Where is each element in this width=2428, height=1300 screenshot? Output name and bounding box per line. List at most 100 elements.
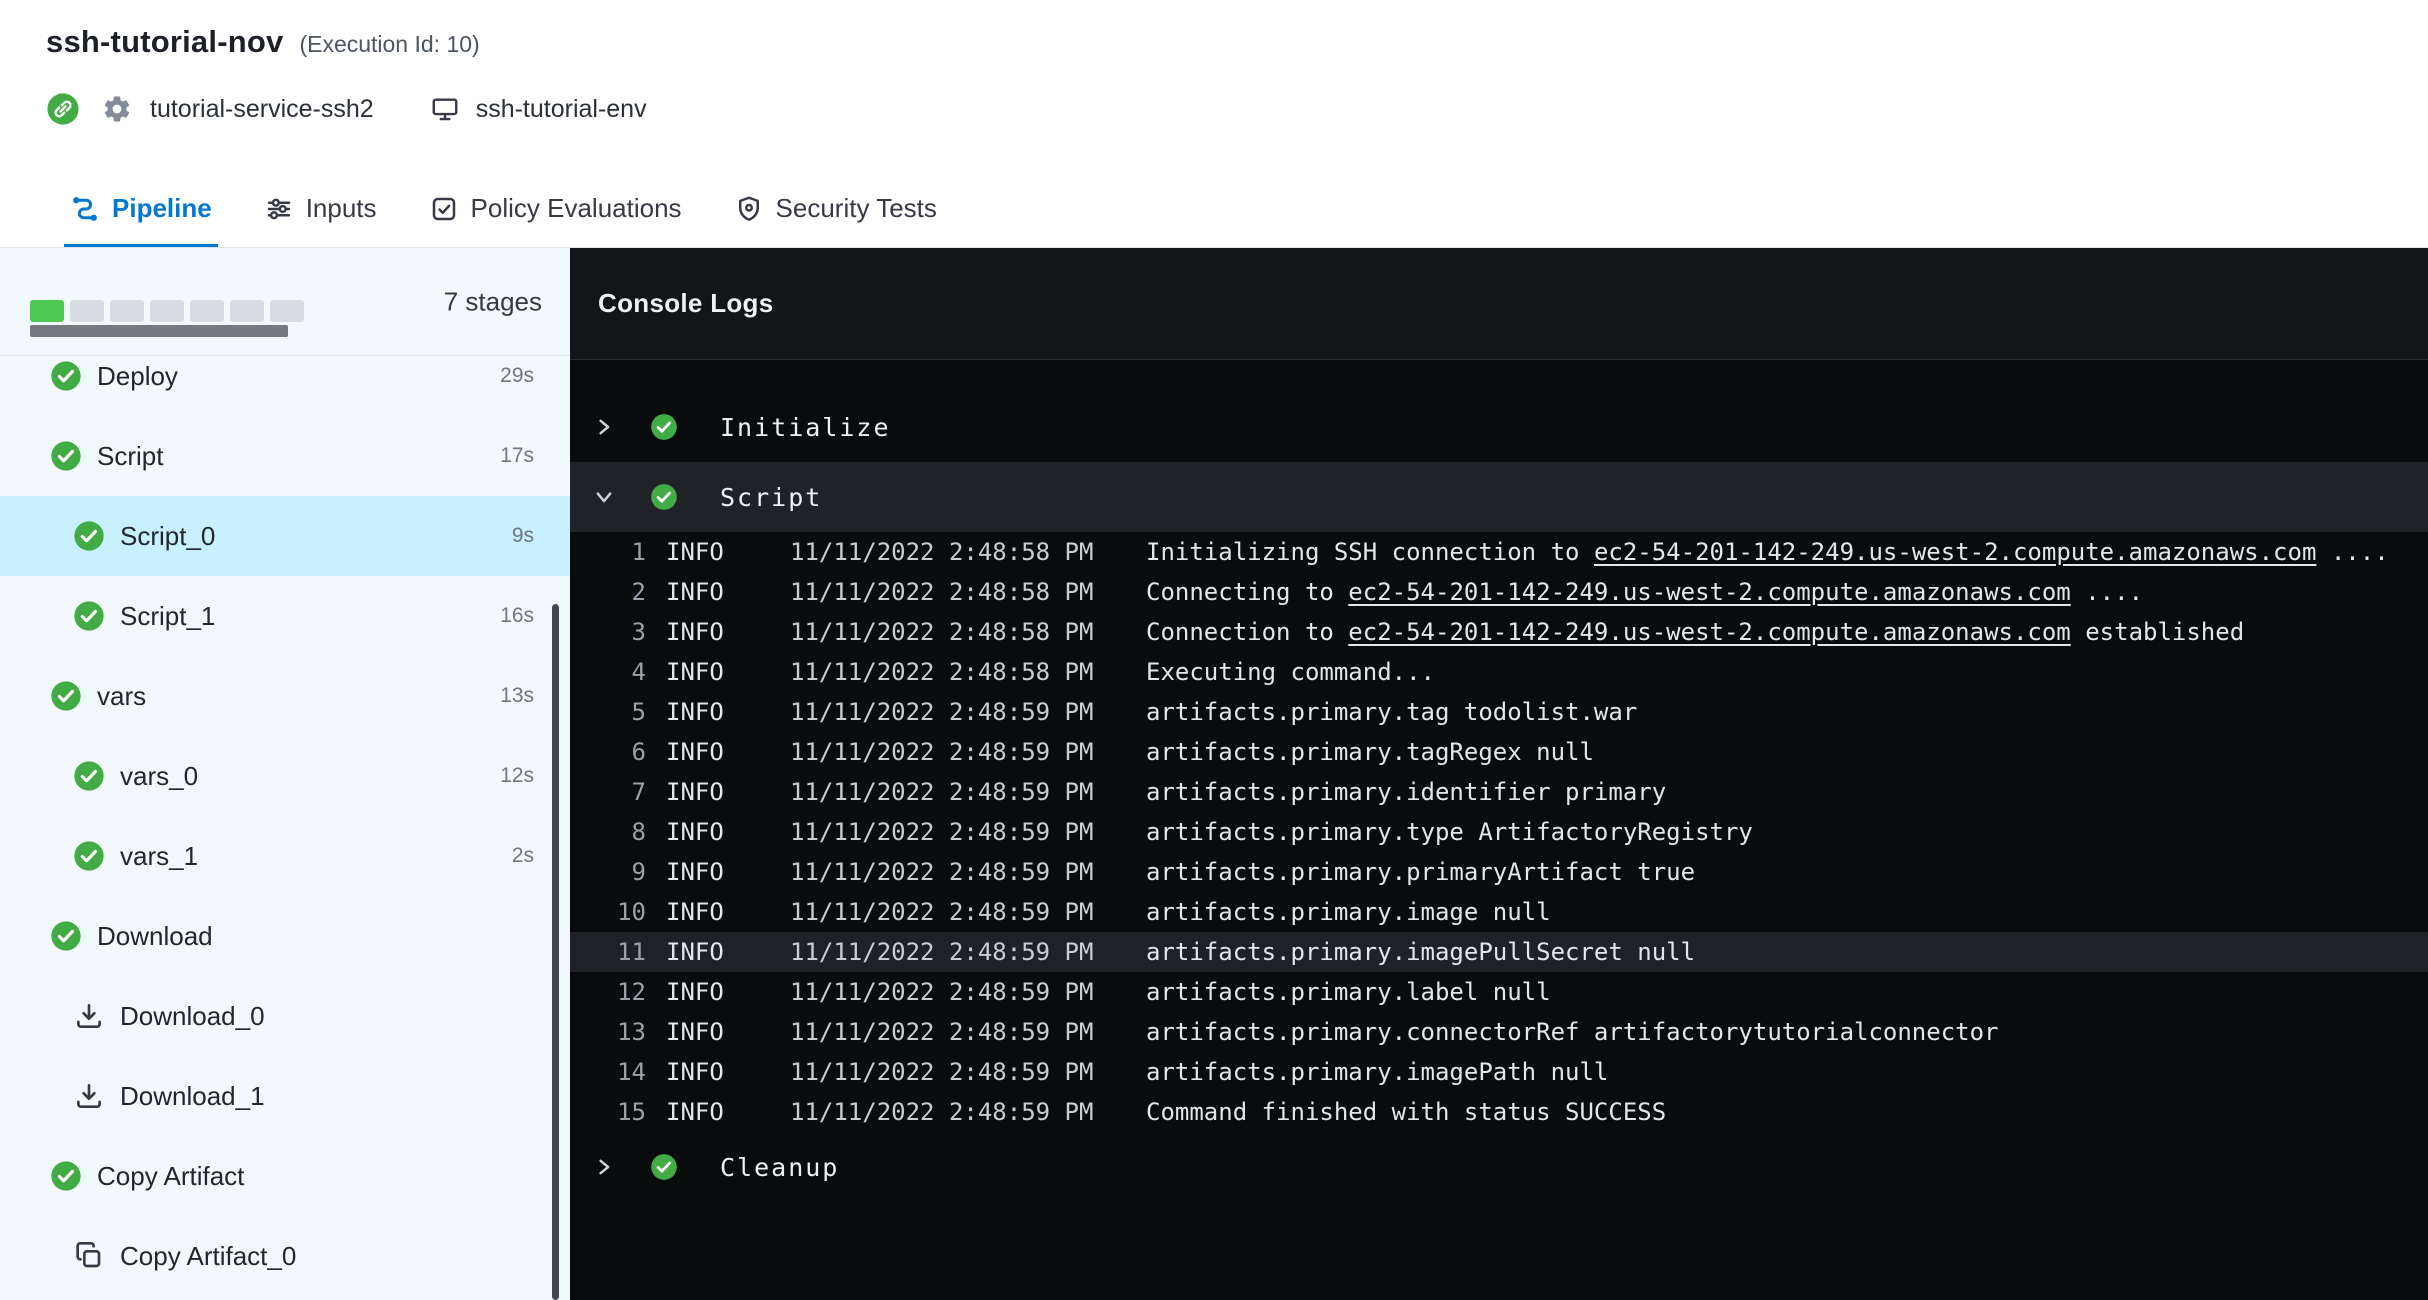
stage-label: Copy Artifact [97, 1161, 534, 1192]
line-number: 13 [570, 1018, 646, 1046]
stage-row-script[interactable]: Script17s [0, 416, 570, 496]
pipeline-icon [70, 194, 100, 224]
stage-row-download-1[interactable]: Download_1 [0, 1056, 570, 1136]
log-section-initialize[interactable]: Initialize [570, 392, 2428, 462]
stage-progress-bar [30, 300, 304, 322]
stage-duration: 29s [500, 364, 534, 388]
line-number: 5 [570, 698, 646, 726]
log-section-cleanup[interactable]: Cleanup [570, 1132, 2428, 1202]
log-message: artifacts.primary.imagePullSecret null [1146, 938, 2428, 966]
stage-row-script-0[interactable]: Script_09s [0, 496, 570, 576]
gear-icon[interactable] [102, 94, 132, 124]
success-icon [73, 840, 105, 872]
stage-row-vars-1[interactable]: vars_12s [0, 816, 570, 896]
progress-segment [110, 300, 144, 322]
log-text: artifacts.primary.imagePullSecret null [1146, 938, 1695, 966]
chevron-right-icon[interactable] [593, 1156, 615, 1178]
log-message: Command finished with status SUCCESS [1146, 1098, 2428, 1126]
tab-pipeline[interactable]: Pipeline [70, 170, 212, 247]
header: ssh-tutorial-nov (Execution Id: 10) tuto… [0, 0, 2428, 170]
inputs-icon [264, 194, 294, 224]
tab-inputs[interactable]: Inputs [264, 170, 377, 247]
success-icon [650, 413, 678, 441]
log-message: artifacts.primary.imagePath null [1146, 1058, 2428, 1086]
log-link[interactable]: ec2-54-201-142-249.us-west-2.compute.ama… [1348, 618, 2070, 646]
log-timestamp: 11/11/2022 2:48:59 PM [790, 978, 1146, 1006]
log-text: artifacts.primary.image null [1146, 898, 1551, 926]
sidebar-scrollbar[interactable] [552, 604, 559, 1300]
log-message: Initializing SSH connection to ec2-54-20… [1146, 538, 2428, 566]
download-icon [73, 1000, 105, 1032]
line-number: 12 [570, 978, 646, 1006]
log-level: INFO [666, 1098, 770, 1126]
service-name[interactable]: tutorial-service-ssh2 [150, 95, 374, 124]
stage-label: Download_1 [120, 1081, 534, 1112]
log-message: artifacts.primary.connectorRef artifacto… [1146, 1018, 2428, 1046]
stage-row-copy-artifact-0[interactable]: Copy Artifact_0 [0, 1216, 570, 1296]
tab-policy-evaluations[interactable]: Policy Evaluations [429, 170, 682, 247]
log-message: Executing command... [1146, 658, 2428, 686]
tab-label: Policy Evaluations [471, 193, 682, 224]
log-text: Connection to [1146, 618, 1348, 646]
line-number: 15 [570, 1098, 646, 1126]
chevron-down-icon[interactable] [593, 486, 615, 508]
log-level: INFO [666, 1058, 770, 1086]
progress-segment [150, 300, 184, 322]
log-text: artifacts.primary.imagePath null [1146, 1058, 1608, 1086]
download-icon [73, 1080, 105, 1112]
log-message: Connecting to ec2-54-201-142-249.us-west… [1146, 578, 2428, 606]
log-level: INFO [666, 938, 770, 966]
stages-progress-panel: 7 stages [0, 248, 570, 356]
progress-segment [70, 300, 104, 322]
log-level: INFO [666, 658, 770, 686]
log-text: Executing command... [1146, 658, 1435, 686]
stage-row-vars[interactable]: vars13s [0, 656, 570, 736]
line-number: 10 [570, 898, 646, 926]
log-link[interactable]: ec2-54-201-142-249.us-west-2.compute.ama… [1594, 538, 2316, 566]
log-text: Initializing SSH connection to [1146, 538, 1594, 566]
stages-sidebar: 7 stages Deploy29sScript17sScript_09sScr… [0, 248, 570, 1300]
stage-duration: 9s [512, 524, 534, 548]
log-line: 12INFO11/11/2022 2:48:59 PMartifacts.pri… [570, 972, 2428, 1012]
stage-row-deploy[interactable]: Deploy29s [0, 356, 570, 416]
stage-row-script-1[interactable]: Script_116s [0, 576, 570, 656]
log-link[interactable]: ec2-54-201-142-249.us-west-2.compute.ama… [1348, 578, 2070, 606]
chevron-right-icon[interactable] [593, 416, 615, 438]
console-panel: Console Logs InitializeScript1INFO11/11/… [570, 248, 2428, 1300]
log-message: artifacts.primary.primaryArtifact true [1146, 858, 2428, 886]
log-line: 7INFO11/11/2022 2:48:59 PMartifacts.prim… [570, 772, 2428, 812]
stage-row-copy-artifact[interactable]: Copy Artifact [0, 1136, 570, 1216]
log-timestamp: 11/11/2022 2:48:58 PM [790, 538, 1146, 566]
log-level: INFO [666, 1018, 770, 1046]
line-number: 3 [570, 618, 646, 646]
log-line: 13INFO11/11/2022 2:48:59 PMartifacts.pri… [570, 1012, 2428, 1052]
stage-row-vars-0[interactable]: vars_012s [0, 736, 570, 816]
log-level: INFO [666, 538, 770, 566]
log-timestamp: 11/11/2022 2:48:59 PM [790, 778, 1146, 806]
service-environment-row: tutorial-service-ssh2 ssh-tutorial-env [46, 92, 2428, 126]
log-message: artifacts.primary.tagRegex null [1146, 738, 2428, 766]
stage-label: Script [97, 441, 500, 472]
line-number: 1 [570, 538, 646, 566]
environment-name[interactable]: ssh-tutorial-env [476, 95, 647, 124]
log-timestamp: 11/11/2022 2:48:58 PM [790, 618, 1146, 646]
success-icon [73, 520, 105, 552]
copy-icon [73, 1240, 105, 1272]
log-section-script[interactable]: Script [570, 462, 2428, 532]
tab-security-tests[interactable]: Security Tests [734, 170, 937, 247]
log-timestamp: 11/11/2022 2:48:59 PM [790, 1098, 1146, 1126]
log-timestamp: 11/11/2022 2:48:58 PM [790, 658, 1146, 686]
log-line: 5INFO11/11/2022 2:48:59 PMartifacts.prim… [570, 692, 2428, 732]
section-label: Cleanup [720, 1153, 839, 1182]
line-number: 11 [570, 938, 646, 966]
stage-row-download[interactable]: Download [0, 896, 570, 976]
log-text: artifacts.primary.label null [1146, 978, 1551, 1006]
log-text: .... [2316, 538, 2388, 566]
section-label: Initialize [720, 413, 891, 442]
log-line: 15 INFO 11/11/2022 2:48:59 PMCommand finis… [570, 1092, 2428, 1132]
log-text: artifacts.primary.primaryArtifact true [1146, 858, 1695, 886]
log-line: 8INFO11/11/2022 2:48:59 PMartifacts.prim… [570, 812, 2428, 852]
success-icon [73, 600, 105, 632]
progress-scrollbar[interactable] [30, 325, 288, 337]
stage-row-download-0[interactable]: Download_0 [0, 976, 570, 1056]
